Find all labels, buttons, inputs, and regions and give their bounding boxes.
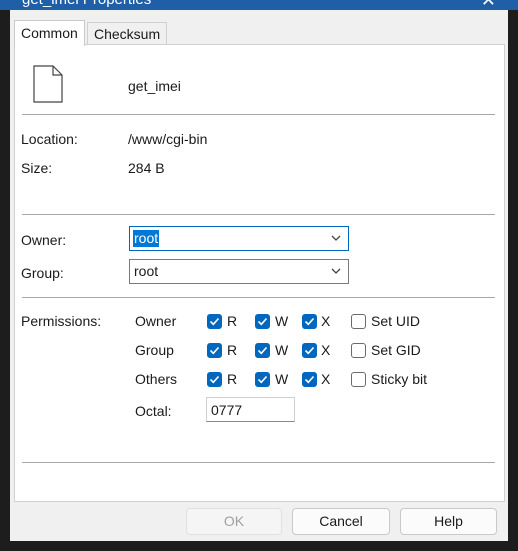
checkbox-label-r: R [227, 371, 238, 387]
checkbox-label-x: X [321, 342, 331, 358]
checkbox-label-r: R [227, 342, 238, 358]
octal-input[interactable]: 0777 [206, 397, 295, 422]
checkbox-others-r[interactable] [207, 372, 222, 387]
checkbox-group-x[interactable] [302, 343, 317, 358]
checkmark-icon [304, 317, 315, 326]
close-icon[interactable]: ✕ [481, 0, 496, 10]
separator [22, 297, 495, 298]
ok-button[interactable]: OK [186, 508, 282, 535]
group-select-value: root [134, 263, 159, 279]
file-name: get_imei [128, 78, 181, 94]
title-bar: get_imei Properties ✕ [0, 0, 518, 10]
checkbox-sticky-bit[interactable] [351, 372, 366, 387]
perm-row-label-group: Group [135, 342, 174, 358]
perm-row-label-owner: Owner [135, 313, 177, 329]
octal-value: 0777 [211, 402, 243, 418]
checkmark-icon [209, 375, 220, 384]
checkbox-label-w: W [275, 313, 289, 329]
chevron-down-icon [331, 235, 341, 241]
help-button[interactable]: Help [400, 508, 497, 535]
background-window-bottom [0, 541, 518, 551]
size-value: 284 B [128, 160, 165, 176]
tab-checksum[interactable]: Checksum [87, 22, 168, 45]
owner-select[interactable]: root [129, 226, 349, 251]
common-tab-panel: get_imei Location: /www/cgi-bin Size: 28… [14, 44, 505, 502]
checkmark-icon [304, 375, 315, 384]
separator [22, 214, 495, 215]
owner-select-value: root [133, 230, 160, 247]
group-label: Group: [21, 265, 64, 281]
separator [22, 114, 495, 115]
checkmark-icon [304, 346, 315, 355]
location-value: /www/cgi-bin [128, 131, 208, 147]
background-window-right [508, 10, 518, 551]
checkmark-icon [257, 346, 268, 355]
background-window-left [0, 10, 10, 551]
size-label: Size: [21, 160, 53, 176]
separator [22, 462, 495, 463]
checkbox-group-r[interactable] [207, 343, 222, 358]
checkmark-icon [257, 375, 268, 384]
properties-dialog: Common Checksum get_imei Location: /www/… [10, 10, 508, 551]
checkbox-owner-x[interactable] [302, 314, 317, 329]
file-icon [33, 65, 63, 103]
checkbox-others-x[interactable] [302, 372, 317, 387]
checkbox-label-set-gid: Set GID [371, 342, 421, 358]
chevron-down-icon [331, 268, 341, 274]
checkmark-icon [209, 346, 220, 355]
group-select[interactable]: root [129, 259, 349, 284]
checkbox-label-x: X [321, 313, 331, 329]
checkbox-owner-w[interactable] [255, 314, 270, 329]
checkbox-owner-r[interactable] [207, 314, 222, 329]
checkbox-set-gid[interactable] [351, 343, 366, 358]
checkbox-group-w[interactable] [255, 343, 270, 358]
checkmark-icon [209, 317, 220, 326]
cancel-button[interactable]: Cancel [292, 508, 390, 535]
checkbox-label-sticky-bit: Sticky bit [371, 371, 428, 387]
tab-common[interactable]: Common [14, 20, 85, 46]
checkmark-icon [257, 317, 268, 326]
checkbox-label-x: X [321, 371, 331, 387]
location-label: Location: [21, 131, 78, 147]
owner-label: Owner: [21, 232, 67, 248]
octal-label: Octal: [135, 403, 172, 419]
window-title: get_imei Properties [22, 0, 151, 8]
permissions-label: Permissions: [21, 313, 102, 329]
checkbox-label-r: R [227, 313, 238, 329]
perm-row-label-others: Others [135, 371, 178, 387]
checkbox-others-w[interactable] [255, 372, 270, 387]
checkbox-label-w: W [275, 371, 289, 387]
checkbox-label-set-uid: Set UID [371, 313, 421, 329]
checkbox-set-uid[interactable] [351, 314, 366, 329]
checkbox-label-w: W [275, 342, 289, 358]
